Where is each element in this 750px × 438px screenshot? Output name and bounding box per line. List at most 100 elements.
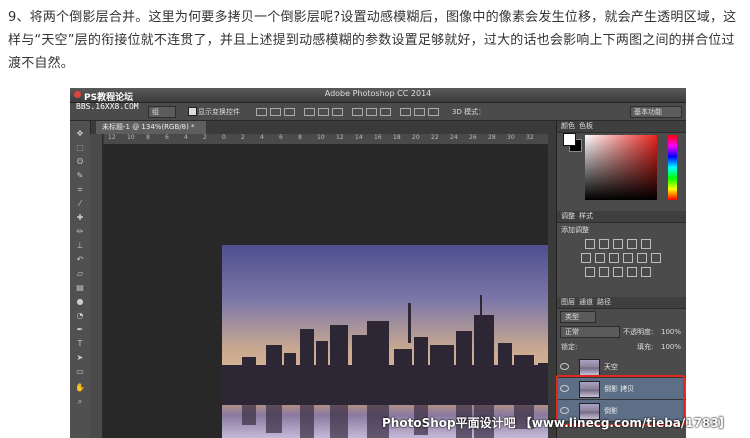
distribute-bottom-icon[interactable] — [380, 108, 391, 116]
align-middle-icon[interactable] — [270, 108, 281, 116]
brush-tool-icon[interactable]: ✏ — [75, 227, 85, 237]
add-adjustment-label: 添加调整 — [561, 226, 589, 234]
shape-tool-icon[interactable]: ▭ — [75, 367, 85, 377]
distribute-left-icon[interactable] — [400, 108, 411, 116]
bottom-watermark: PhotoShop平面设计吧 【www.linecg.com/tieba/178… — [382, 416, 731, 430]
tab-swatches[interactable]: 色板 — [579, 121, 593, 131]
clone-stamp-tool-icon[interactable]: ⊥ — [75, 241, 85, 251]
adjustments-panel-tabs: 调整 样式 — [557, 211, 686, 223]
align-right-icon[interactable] — [332, 108, 343, 116]
ruler-tick-label: 2 — [241, 134, 245, 141]
posterize-icon[interactable] — [599, 267, 609, 277]
tab-styles[interactable]: 样式 — [579, 211, 593, 221]
healing-brush-tool-icon[interactable]: ✚ — [75, 213, 85, 223]
layer-filter-kind: 类型 — [565, 313, 579, 321]
ruler-tick-label: 4 — [260, 134, 264, 141]
opacity-label: 不透明度: — [623, 328, 654, 336]
crop-tool-icon[interactable]: ⌗ — [75, 185, 85, 195]
color-picker-field[interactable] — [585, 135, 657, 200]
lasso-tool-icon[interactable]: ʘ — [75, 157, 85, 167]
lock-label: 锁定: — [561, 343, 578, 351]
align-center-icon[interactable] — [318, 108, 329, 116]
ruler-tick-label: 8 — [298, 134, 302, 141]
hue-slider[interactable] — [668, 135, 677, 200]
hue-saturation-icon[interactable] — [581, 253, 591, 263]
ruler-tick-label: 24 — [450, 134, 458, 141]
article-paragraph: 9、将两个倒影层合并。这里为何要多拷贝一个倒影层呢?设置动感模糊后，图像中的像素… — [8, 10, 737, 71]
black-white-icon[interactable] — [609, 253, 619, 263]
align-top-icon[interactable] — [256, 108, 267, 116]
move-tool-icon[interactable]: ✥ — [75, 129, 85, 139]
layer-filter-dropdown[interactable]: 类型 — [560, 311, 596, 323]
ruler-tick-label: 6 — [279, 134, 283, 141]
show-transform-checkbox[interactable] — [188, 107, 197, 116]
path-select-tool-icon[interactable]: ➤ — [75, 353, 85, 363]
color-lookup-icon[interactable] — [651, 253, 661, 263]
gradient-tool-icon[interactable]: ▤ — [75, 283, 85, 293]
blend-mode-dropdown[interactable]: 正常 — [560, 326, 620, 338]
ruler-tick-label: 20 — [412, 134, 420, 141]
tab-layers[interactable]: 图层 — [561, 297, 575, 307]
invert-icon[interactable] — [585, 267, 595, 277]
ruler-tick-label: 10 — [317, 134, 325, 141]
ruler-tick-label: 6 — [165, 134, 169, 141]
selective-color-icon[interactable] — [641, 267, 651, 277]
workspace-dropdown[interactable]: 基本功能 — [630, 106, 682, 118]
ruler-tick-label: 18 — [393, 134, 401, 141]
channel-mixer-icon[interactable] — [637, 253, 647, 263]
foreground-color-swatch[interactable] — [563, 133, 576, 146]
curves-icon[interactable] — [613, 239, 623, 249]
tab-paths[interactable]: 路径 — [597, 297, 611, 307]
visibility-eye-icon[interactable] — [560, 363, 569, 370]
3d-mode-label: 3D 模式： — [452, 108, 486, 116]
distribute-middle-icon[interactable] — [366, 108, 377, 116]
eraser-tool-icon[interactable]: ▱ — [75, 269, 85, 279]
watermark-url: BBS.16XX8.COM — [76, 102, 139, 111]
ruler-tick-label: 0 — [222, 134, 226, 141]
tab-adjustments[interactable]: 调整 — [561, 211, 575, 221]
ruler-tick-label: 8 — [146, 134, 150, 141]
auto-select-dropdown[interactable]: 组 — [148, 106, 176, 118]
threshold-icon[interactable] — [613, 267, 623, 277]
align-left-icon[interactable] — [304, 108, 315, 116]
photo-filter-icon[interactable] — [623, 253, 633, 263]
distribute-top-icon[interactable] — [352, 108, 363, 116]
distribute-right-icon[interactable] — [428, 108, 439, 116]
ruler-tick-label: 12 — [108, 134, 116, 141]
hand-tool-icon[interactable]: ✋ — [75, 383, 85, 393]
zoom-tool-icon[interactable]: ⌕ — [75, 397, 85, 407]
tab-color[interactable]: 颜色 — [561, 121, 575, 131]
vibrance-icon[interactable] — [641, 239, 651, 249]
app-title: Adobe Photoshop CC 2014 — [324, 89, 432, 98]
blur-tool-icon[interactable]: ● — [75, 297, 85, 307]
tab-channels[interactable]: 通道 — [579, 297, 593, 307]
eyedropper-tool-icon[interactable]: ⁄ — [75, 199, 85, 209]
document-tab[interactable]: 未标题-1 @ 134%(RGB/8) * — [96, 121, 206, 134]
pen-tool-icon[interactable]: ✒ — [75, 325, 85, 335]
color-balance-icon[interactable] — [595, 253, 605, 263]
brightness-contrast-icon[interactable] — [585, 239, 595, 249]
blend-mode-value: 正常 — [565, 328, 579, 336]
ruler-tick-label: 16 — [374, 134, 382, 141]
quick-select-tool-icon[interactable]: ✎ — [75, 171, 85, 181]
exposure-icon[interactable] — [627, 239, 637, 249]
layers-panel-tabs: 图层 通道 路径 — [557, 297, 686, 309]
opacity-value[interactable]: 100% — [661, 327, 681, 337]
vertical-ruler — [90, 134, 103, 438]
options-bar: 组 显示变换控件 3D 模式： 基本功能 — [70, 103, 686, 121]
levels-icon[interactable] — [599, 239, 609, 249]
type-tool-icon[interactable]: T — [75, 339, 85, 349]
dodge-tool-icon[interactable]: ◔ — [75, 311, 85, 321]
marquee-tool-icon[interactable]: ⬚ — [75, 143, 85, 153]
color-panel-tabs: 颜色 色板 — [557, 121, 686, 133]
fill-value[interactable]: 100% — [661, 342, 681, 352]
title-bar: PS教程论坛 Adobe Photoshop CC 2014 — [70, 88, 686, 103]
align-bottom-icon[interactable] — [284, 108, 295, 116]
ruler-tick-label: 10 — [127, 134, 135, 141]
layer-thumbnail — [579, 359, 600, 376]
show-transform-label: 显示变换控件 — [198, 108, 240, 116]
distribute-center-icon[interactable] — [414, 108, 425, 116]
gradient-map-icon[interactable] — [627, 267, 637, 277]
ruler-tick-label: 26 — [469, 134, 477, 141]
history-brush-tool-icon[interactable]: ↶ — [75, 255, 85, 265]
